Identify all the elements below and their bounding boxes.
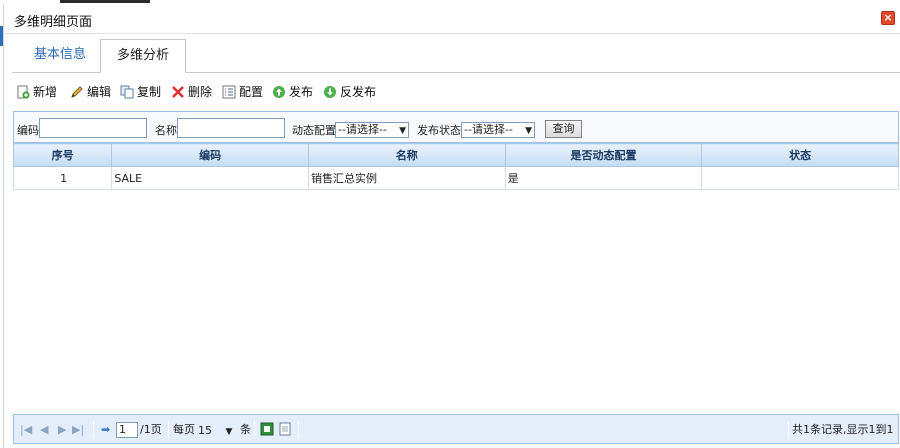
chevron-down-icon: ▼: [399, 126, 406, 136]
publish-button[interactable]: 发布: [272, 82, 313, 102]
config-button[interactable]: 配置: [222, 82, 263, 102]
pager-divider: [788, 421, 789, 439]
copy-icon: [120, 85, 134, 99]
delete-button[interactable]: 删除: [171, 82, 212, 102]
unpublish-button[interactable]: 反发布: [323, 82, 376, 102]
table-row[interactable]: 1 SALE 销售汇总实例 是: [12, 166, 899, 190]
pencil-icon: [71, 86, 83, 98]
pager-divider: [298, 421, 299, 439]
list-icon: [222, 85, 236, 99]
per-page-unit: 条: [240, 423, 251, 436]
column-header-name[interactable]: 名称: [307, 143, 506, 167]
page-number-input[interactable]: 1: [116, 422, 138, 438]
delete-x-icon: [172, 86, 184, 98]
last-page-icon[interactable]: ▶|: [72, 422, 84, 438]
per-page-select[interactable]: 15 ▼: [198, 424, 232, 437]
edit-label: 编辑: [87, 85, 112, 99]
export-doc-icon[interactable]: [278, 422, 292, 438]
total-pages-text: /1页: [140, 423, 162, 436]
cell-status: [701, 166, 899, 190]
name-input[interactable]: [177, 118, 285, 138]
dynamic-config-label: 动态配置: [292, 124, 336, 137]
pager-divider: [168, 421, 169, 439]
arrow-up-circle-icon: [273, 86, 285, 98]
cell-name: 销售汇总实例: [307, 166, 506, 190]
config-label: 配置: [239, 85, 264, 99]
tab-multidim-analysis[interactable]: 多维分析: [100, 39, 187, 73]
filter-bar: 编码 名称 动态配置 --请选择-- ▼ 发布状态 --请选择-- ▼ 查询: [13, 111, 899, 143]
cell-code: SALE: [111, 166, 309, 190]
tab-basic-info[interactable]: 基本信息: [18, 39, 102, 73]
data-grid: 序号 编码 名称 是否动态配置 状态 1 SALE 销售汇总实例 是: [12, 143, 899, 190]
add-icon: [17, 85, 30, 99]
per-page-label: 每页: [173, 423, 195, 436]
copy-label: 复制: [137, 85, 162, 99]
per-page-value: 15: [198, 424, 212, 437]
chevron-down-icon: ▼: [525, 126, 532, 136]
query-button[interactable]: 查询: [545, 120, 582, 138]
next-page-icon[interactable]: ▶: [58, 422, 66, 438]
record-summary: 共1条记录,显示1到1: [792, 423, 894, 436]
code-label: 编码: [17, 124, 39, 137]
first-page-icon[interactable]: |◀: [20, 422, 32, 438]
copy-button[interactable]: 复制: [120, 82, 161, 102]
dynamic-config-value: --请选择--: [338, 123, 387, 136]
grid-header-row: 序号 编码 名称 是否动态配置 状态: [12, 143, 899, 167]
add-label: 新增: [33, 85, 58, 99]
dialog-window: 多维明细页面 × 基本信息 多维分析 新增 编辑 复制 删除 配置 发布 反发布…: [3, 4, 900, 448]
pager-divider: [93, 421, 94, 439]
dynamic-config-select[interactable]: --请选择-- ▼: [335, 122, 409, 138]
column-header-dynamic[interactable]: 是否动态配置: [504, 143, 703, 167]
code-input[interactable]: [39, 118, 147, 138]
arrow-down-circle-icon: [324, 86, 336, 98]
export-excel-icon[interactable]: [260, 422, 274, 438]
column-header-status[interactable]: 状态: [701, 143, 899, 167]
goto-page-icon[interactable]: ➡: [101, 422, 110, 438]
column-header-code[interactable]: 编码: [111, 143, 309, 167]
publish-status-select[interactable]: --请选择-- ▼: [461, 122, 535, 138]
delete-label: 删除: [188, 85, 213, 99]
pager-divider: [254, 421, 255, 439]
column-header-index[interactable]: 序号: [12, 143, 113, 167]
close-icon[interactable]: ×: [881, 11, 895, 25]
publish-status-value: --请选择--: [464, 123, 513, 136]
publish-label: 发布: [289, 85, 314, 99]
cell-dynamic: 是: [504, 166, 703, 190]
name-label: 名称: [155, 124, 177, 137]
publish-status-label: 发布状态: [417, 124, 461, 137]
tab-bar: 基本信息 多维分析: [12, 39, 900, 73]
pagination-bar: |◀ ◀ ▶ ▶| ➡ 1 /1页 每页 15 ▼ 条 共1条记录,显示1到1: [13, 414, 899, 444]
dialog-title: 多维明细页面: [14, 15, 93, 30]
prev-page-icon[interactable]: ◀: [40, 422, 48, 438]
background-tab-fragment: [60, 0, 150, 3]
edit-button[interactable]: 编辑: [70, 82, 111, 102]
cell-index: 1: [12, 166, 113, 190]
add-button[interactable]: 新增: [16, 82, 57, 102]
dialog-titlebar: 多维明细页面 ×: [4, 4, 900, 34]
chevron-down-icon: ▼: [225, 427, 233, 437]
unpublish-label: 反发布: [340, 85, 377, 99]
